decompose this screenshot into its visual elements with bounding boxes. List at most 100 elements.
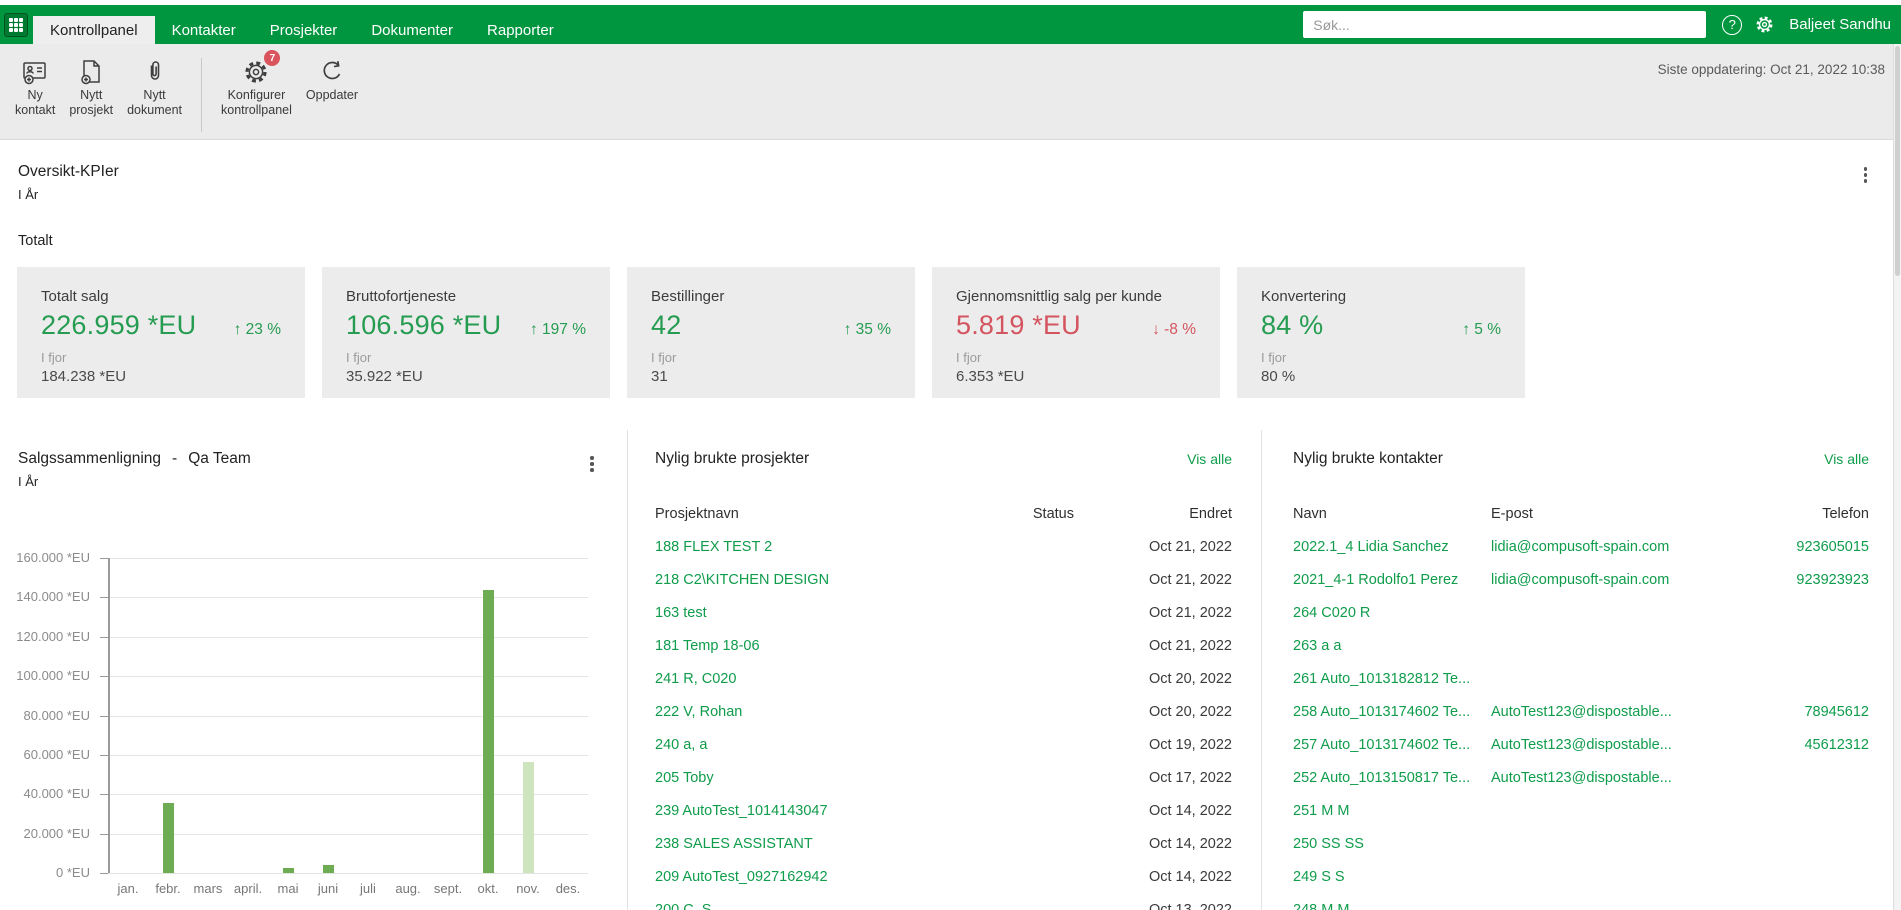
- tab-dokumenter[interactable]: Dokumenter: [354, 16, 470, 44]
- sales-comparison-panel: Salgssammenligning - Qa Team I År 160.000 …: [0, 430, 627, 910]
- settings-gear-icon[interactable]: [1754, 14, 1775, 35]
- kpi-section: Oversikt-KPIer I År Totalt Totalt salg 22…: [0, 141, 1901, 430]
- kpi-card-prev-label: I fjor: [346, 350, 372, 365]
- contact-email[interactable]: AutoTest123@dispostable...: [1491, 702, 1672, 722]
- project-link[interactable]: 163 test: [655, 603, 707, 623]
- project-date: Oct 19, 2022: [1148, 737, 1232, 753]
- tab-kontrollpanel[interactable]: Kontrollpanel: [33, 16, 155, 44]
- chart-bar-juni[interactable]: [322, 865, 334, 873]
- contact-link[interactable]: 2022.1_4 Lidia Sanchez: [1293, 537, 1449, 557]
- toolbar-separator: [201, 58, 202, 132]
- kpi-card-value-row: 106.596 *EU ↑ 197 %: [346, 310, 586, 341]
- contact-link[interactable]: 248 M M: [1293, 900, 1349, 910]
- kpi-card-prev-value: 80 %: [1261, 368, 1296, 385]
- project-date: Oct 21, 2022: [1148, 605, 1232, 621]
- contact-email[interactable]: AutoTest123@dispostable...: [1491, 735, 1672, 755]
- kpi-card-value: 5.819 *EU: [956, 310, 1081, 340]
- project-link[interactable]: 200 C, S: [655, 900, 711, 910]
- chart-xtick-label: aug.: [395, 881, 421, 896]
- tab-kontakter[interactable]: Kontakter: [155, 16, 253, 44]
- chart-ytick-label: 120.000 *EU: [16, 628, 90, 644]
- project-link[interactable]: 240 a, a: [655, 735, 707, 755]
- contact-row: 248 M M: [1262, 900, 1901, 910]
- chart-ytick-label: 80.000 *EU: [23, 707, 91, 723]
- project-link[interactable]: 241 R, C020: [655, 669, 736, 689]
- chart-bar-nov[interactable]: [522, 761, 534, 873]
- chart-xtick-label: juli: [360, 881, 376, 896]
- contact-link[interactable]: 264 C020 R: [1293, 603, 1370, 623]
- project-link[interactable]: 218 C2\KITCHEN DESIGN: [655, 570, 829, 590]
- new-contact-button[interactable]: Ny kontakt: [8, 56, 62, 118]
- projects-rows: 188 FLEX TEST 2 Oct 21, 2022 218 C2\KITCHE…: [628, 430, 1261, 910]
- contact-row: 257 Auto_1013174602 Te... AutoTest123@dis…: [1262, 735, 1901, 755]
- chart-tick: [100, 597, 108, 599]
- vertical-scrollbar[interactable]: [1893, 44, 1901, 910]
- project-row: 218 C2\KITCHEN DESIGN Oct 21, 2022: [628, 570, 1261, 590]
- chart-ytick-label: 140.000 *EU: [16, 589, 90, 605]
- contact-email[interactable]: lidia@compusoft-spain.com: [1491, 570, 1669, 590]
- project-date: Oct 14, 2022: [1148, 836, 1232, 852]
- project-link[interactable]: 188 FLEX TEST 2: [655, 537, 772, 557]
- chart-gridline: [108, 873, 588, 874]
- kpi-kebab-menu-icon[interactable]: [1860, 163, 1872, 187]
- contact-row: 264 C020 R: [1262, 603, 1901, 623]
- user-menu[interactable]: Baljeet Sandhu: [1789, 16, 1891, 33]
- configure-dashboard-button[interactable]: 7 Konfigurer kontrollpanel: [214, 50, 299, 118]
- project-link[interactable]: 205 Toby: [655, 768, 714, 788]
- project-row: 240 a, a Oct 19, 2022: [628, 735, 1261, 755]
- app-logo-icon[interactable]: [4, 12, 28, 37]
- contact-phone[interactable]: 923605015: [1796, 537, 1869, 557]
- contact-phone[interactable]: 923923923: [1796, 570, 1869, 590]
- contact-row: 258 Auto_1013174602 Te... AutoTest123@dis…: [1262, 702, 1901, 722]
- scrollbar-thumb[interactable]: [1895, 46, 1900, 276]
- chart-bar-febr[interactable]: [162, 803, 174, 873]
- contact-link[interactable]: 258 Auto_1013174602 Te...: [1293, 702, 1470, 722]
- search-input[interactable]: [1303, 11, 1707, 38]
- project-date: Oct 21, 2022: [1148, 638, 1232, 654]
- project-date: Oct 21, 2022: [1148, 539, 1232, 555]
- refresh-button[interactable]: Oppdater: [299, 56, 365, 103]
- chart-bar-okt[interactable]: [482, 590, 494, 873]
- contact-link[interactable]: 261 Auto_1013182812 Te...: [1293, 669, 1470, 689]
- contact-email[interactable]: AutoTest123@dispostable...: [1491, 768, 1672, 788]
- chart-tick: [100, 794, 108, 796]
- chart-ytick-label: 100.000 *EU: [16, 668, 90, 684]
- project-date: Oct 14, 2022: [1148, 803, 1232, 819]
- new-document-button[interactable]: Nytt dokument: [120, 56, 189, 118]
- toolbar-button-label: Ny: [27, 88, 43, 102]
- contact-email[interactable]: lidia@compusoft-spain.com: [1491, 537, 1669, 557]
- project-row: 238 SALES ASSISTANT Oct 14, 2022: [628, 834, 1261, 854]
- chart-xtick-label: okt.: [477, 881, 499, 896]
- project-link[interactable]: 209 AutoTest_0927162942: [655, 867, 828, 887]
- project-link[interactable]: 181 Temp 18-06: [655, 636, 760, 656]
- chart-xtick-label: jan.: [117, 881, 139, 896]
- kpi-card-title: Bestillinger: [651, 288, 725, 305]
- toolbar-button-label: Nytt: [80, 88, 103, 102]
- chart-xtick-label: nov.: [516, 881, 540, 896]
- kpi-card-value: 226.959 *EU: [41, 310, 197, 340]
- chart-xtick-label: sept.: [433, 881, 463, 896]
- project-link[interactable]: 239 AutoTest_1014143047: [655, 801, 828, 821]
- chart-bar-mai[interactable]: [282, 868, 294, 873]
- contact-link[interactable]: 251 M M: [1293, 801, 1349, 821]
- kpi-group-label: Totalt: [18, 233, 53, 249]
- project-link[interactable]: 238 SALES ASSISTANT: [655, 834, 813, 854]
- tab-prosjekter[interactable]: Prosjekter: [253, 16, 355, 44]
- tab-rapporter[interactable]: Rapporter: [470, 16, 571, 44]
- project-link[interactable]: 222 V, Rohan: [655, 702, 742, 722]
- contact-link[interactable]: 2021_4-1 Rodolfo1 Perez: [1293, 570, 1458, 590]
- contact-link[interactable]: 250 SS SS: [1293, 834, 1364, 854]
- help-icon[interactable]: ?: [1722, 14, 1743, 35]
- contact-link[interactable]: 249 S S: [1293, 867, 1345, 887]
- kpi-card-trend: ↑ 197 %: [529, 321, 586, 338]
- kpi-cards: Totalt salg 226.959 *EU ↑ 23 % I fjor 184.23…: [17, 267, 1525, 398]
- contact-phone[interactable]: 45612312: [1804, 735, 1869, 755]
- kpi-card-4: Gjennomsnittlig salg per kunde 5.819 *EU ↓…: [932, 267, 1220, 398]
- app-window: Kontrollpanel Kontakter Prosjekter Dokument…: [0, 0, 1901, 910]
- contact-link[interactable]: 252 Auto_1013150817 Te...: [1293, 768, 1470, 788]
- contact-link[interactable]: 257 Auto_1013174602 Te...: [1293, 735, 1470, 755]
- new-project-button[interactable]: Nytt prosjekt: [62, 56, 120, 118]
- contact-link[interactable]: 263 a a: [1293, 636, 1341, 656]
- contact-phone[interactable]: 78945612: [1804, 702, 1869, 722]
- toolbar-button-label: Nytt: [143, 88, 166, 102]
